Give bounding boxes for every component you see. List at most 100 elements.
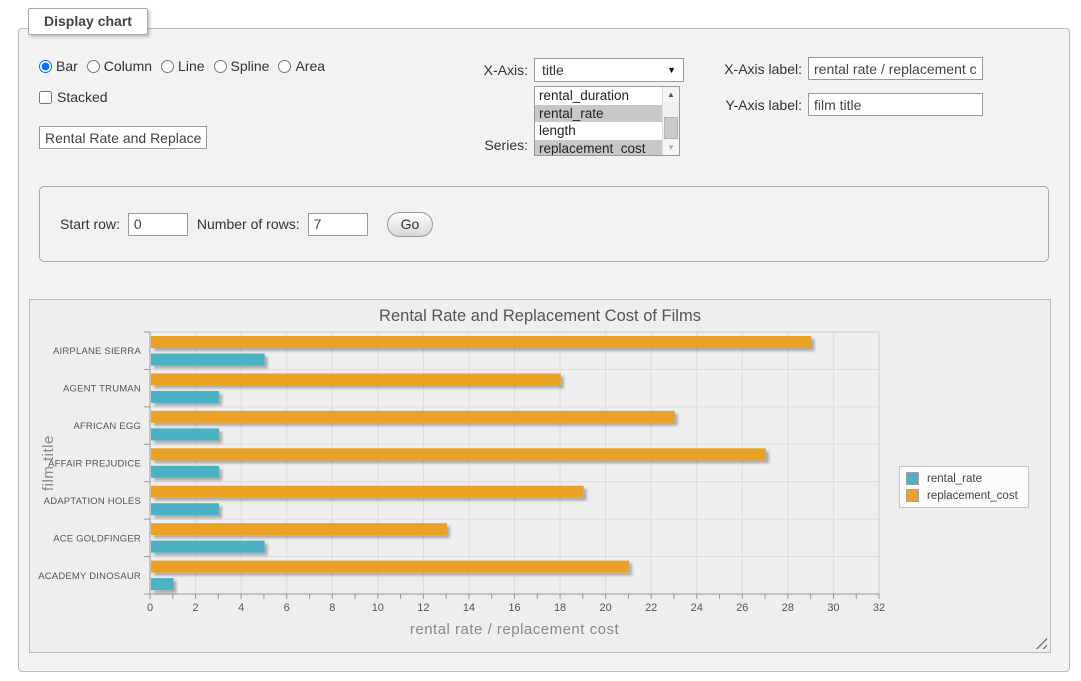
bar-rental_rate-4 bbox=[151, 503, 219, 515]
chart-type-option-line[interactable]: Line bbox=[161, 58, 204, 74]
chart-type-radio-area[interactable] bbox=[278, 60, 291, 73]
x-axis-label-input[interactable] bbox=[808, 57, 983, 80]
chart-type-label-bar: Bar bbox=[56, 58, 78, 74]
bar-replacement_cost-4 bbox=[151, 486, 584, 498]
x-tick-label: 28 bbox=[782, 602, 794, 614]
chart-type-option-bar[interactable]: Bar bbox=[39, 58, 78, 74]
stacked-checkbox[interactable] bbox=[39, 91, 52, 104]
series-options: rental_duration rental_rate length repla… bbox=[535, 87, 662, 155]
bar-replacement_cost-6 bbox=[151, 561, 629, 573]
x-tick-label: 10 bbox=[372, 602, 384, 614]
legend-label-replacement-cost: replacement_cost bbox=[927, 490, 1018, 502]
series-option-replacement-cost[interactable]: replacement_cost bbox=[535, 140, 662, 156]
row-controls-panel: Start row: Number of rows: Go bbox=[39, 186, 1049, 262]
chart-container: Rental Rate and Replacement Cost of Film… bbox=[29, 299, 1051, 653]
series-field: Series: rental_duration rental_rate leng… bbox=[436, 86, 680, 156]
x-tick-label: 16 bbox=[508, 602, 520, 614]
x-axis-title: rental rate / replacement cost bbox=[150, 621, 879, 638]
chart-type-label-spline: Spline bbox=[231, 58, 270, 74]
category-label: AIRPLANE SIERRA bbox=[53, 346, 141, 357]
bar-rental_rate-1 bbox=[151, 391, 219, 403]
stacked-option[interactable]: Stacked bbox=[39, 89, 108, 105]
series-scrollbar[interactable]: ▲ ▼ bbox=[662, 87, 679, 155]
legend-swatch-replacement-cost bbox=[906, 489, 919, 502]
series-option-length[interactable]: length bbox=[535, 122, 662, 140]
stacked-label: Stacked bbox=[57, 89, 108, 105]
legend-item-rental-rate: rental_rate bbox=[906, 472, 1018, 485]
bar-replacement_cost-3 bbox=[151, 448, 766, 460]
bar-rental_rate-6 bbox=[151, 578, 174, 590]
series-option-rental-rate[interactable]: rental_rate bbox=[535, 105, 662, 123]
bar-rental_rate-0 bbox=[151, 354, 265, 366]
x-tick-label: 26 bbox=[736, 602, 748, 614]
bar-replacement_cost-1 bbox=[151, 373, 561, 385]
bar-rental_rate-5 bbox=[151, 541, 265, 553]
y-axis-label-text: Y-Axis label: bbox=[714, 97, 802, 113]
chart-type-radio-column[interactable] bbox=[87, 60, 100, 73]
dropdown-arrow-icon: ▼ bbox=[667, 65, 676, 75]
x-tick-label: 0 bbox=[147, 602, 153, 614]
x-tick-label: 4 bbox=[238, 602, 244, 614]
series-option-rental-duration[interactable]: rental_duration bbox=[535, 87, 662, 105]
chart-type-label-area: Area bbox=[295, 58, 325, 74]
category-label: ACE GOLDFINGER bbox=[53, 533, 141, 544]
category-label: AGENT TRUMAN bbox=[63, 384, 141, 395]
bar-rental_rate-2 bbox=[151, 428, 219, 440]
x-tick-label: 30 bbox=[827, 602, 839, 614]
start-row-input[interactable] bbox=[128, 213, 188, 236]
bar-rental_rate-3 bbox=[151, 466, 219, 478]
x-tick-label: 18 bbox=[554, 602, 566, 614]
scrollbar-thumb[interactable] bbox=[664, 117, 678, 139]
num-rows-label: Number of rows: bbox=[197, 216, 300, 232]
x-axis-field: X-Axis: title ▼ bbox=[436, 58, 684, 82]
category-label: AFRICAN EGG bbox=[73, 421, 141, 432]
start-row-label: Start row: bbox=[60, 216, 120, 232]
chart-type-radio-bar[interactable] bbox=[39, 60, 52, 73]
y-axis-title: film title bbox=[40, 332, 57, 594]
x-axis-label-field: X-Axis label: bbox=[714, 57, 983, 80]
category-label: AFFAIR PREJUDICE bbox=[48, 459, 141, 470]
chart-type-option-spline[interactable]: Spline bbox=[214, 58, 270, 74]
legend-swatch-rental-rate bbox=[906, 472, 919, 485]
x-tick-label: 2 bbox=[193, 602, 199, 614]
x-axis-select[interactable]: title ▼ bbox=[534, 58, 684, 82]
x-tick-label: 6 bbox=[284, 602, 290, 614]
bar-chart-plot: AIRPLANE SIERRA AGENT TRUMAN AFRICAN EGG AF… bbox=[30, 300, 1050, 652]
page: Bar Column Line Spline Area Stacked bbox=[0, 0, 1081, 681]
chart-type-option-area[interactable]: Area bbox=[278, 58, 325, 74]
y-axis-label-input[interactable] bbox=[808, 93, 983, 116]
legend-item-replacement-cost: replacement_cost bbox=[906, 489, 1018, 502]
x-axis-selected-value: title bbox=[542, 62, 564, 78]
bar-replacement_cost-5 bbox=[151, 523, 447, 535]
x-axis-field-label: X-Axis: bbox=[436, 62, 528, 78]
num-rows-input[interactable] bbox=[308, 213, 368, 236]
chart-type-radio-line[interactable] bbox=[161, 60, 174, 73]
chart-type-label-column: Column bbox=[104, 58, 152, 74]
x-tick-label: 8 bbox=[329, 602, 335, 614]
go-button[interactable]: Go bbox=[387, 212, 434, 237]
chart-type-group: Bar Column Line Spline Area bbox=[39, 58, 334, 74]
panel-legend: Display chart bbox=[28, 8, 148, 35]
x-axis-label-text: X-Axis label: bbox=[714, 61, 802, 77]
chart-type-label-line: Line bbox=[178, 58, 204, 74]
x-tick-label: 32 bbox=[873, 602, 885, 614]
y-axis-label-field: Y-Axis label: bbox=[714, 93, 983, 116]
bar-replacement_cost-2 bbox=[151, 411, 675, 423]
x-tick-label: 12 bbox=[417, 602, 429, 614]
chart-title-input[interactable] bbox=[39, 126, 207, 149]
x-tick-label: 22 bbox=[645, 602, 657, 614]
chart-type-radio-spline[interactable] bbox=[214, 60, 227, 73]
display-chart-panel: Bar Column Line Spline Area Stacked bbox=[18, 28, 1070, 672]
x-tick-label: 20 bbox=[600, 602, 612, 614]
category-label: ADAPTATION HOLES bbox=[44, 496, 141, 507]
legend-label-rental-rate: rental_rate bbox=[927, 473, 982, 485]
series-listbox[interactable]: rental_duration rental_rate length repla… bbox=[534, 86, 680, 156]
scroll-up-icon[interactable]: ▲ bbox=[663, 87, 679, 102]
x-tick-label: 24 bbox=[691, 602, 703, 614]
scroll-down-icon[interactable]: ▼ bbox=[663, 140, 679, 155]
bar-replacement_cost-0 bbox=[151, 336, 811, 348]
chart-legend: rental_rate replacement_cost bbox=[899, 466, 1029, 508]
series-field-label: Series: bbox=[436, 137, 528, 153]
chart-type-option-column[interactable]: Column bbox=[87, 58, 152, 74]
x-tick-label: 14 bbox=[463, 602, 475, 614]
